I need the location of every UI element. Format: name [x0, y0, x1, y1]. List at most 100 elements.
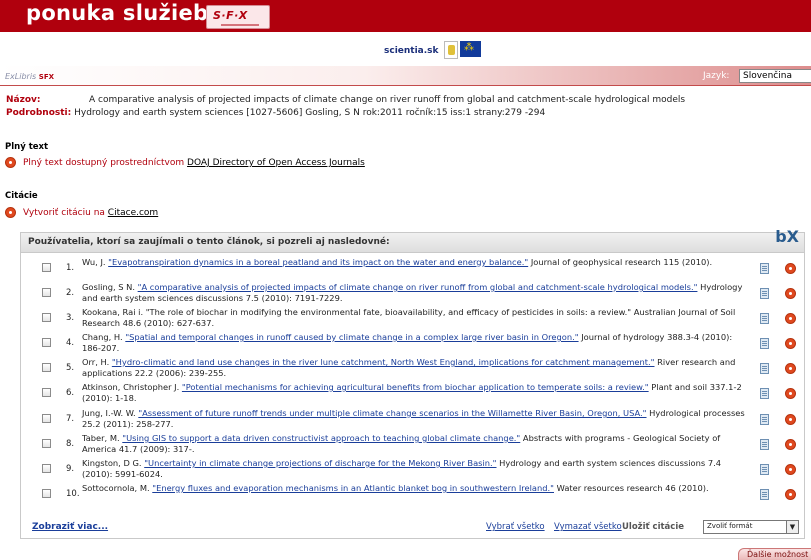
document-icon[interactable] — [760, 388, 769, 399]
sfx-logo-text: S·F·X — [213, 9, 248, 22]
citation-author: Atkinson, Christopher J. — [82, 382, 180, 392]
citation-author: Sottocornola, M. — [82, 483, 150, 493]
sfx-logo: S·F·X — [206, 5, 270, 29]
row-number: 2. — [66, 288, 75, 298]
scientia-logo[interactable]: scientia.sk — [384, 46, 439, 56]
row-checkbox[interactable] — [42, 363, 51, 372]
citations-text: Vytvoriť citáciu na — [23, 208, 105, 218]
document-icon[interactable] — [760, 489, 769, 500]
document-icon[interactable] — [760, 414, 769, 425]
language-label: Jazyk: — [703, 71, 730, 81]
exlibris-logo: ExLibris SFX — [5, 72, 55, 81]
table-row: 2. Gosling, S N. "A comparative analysis … — [20, 282, 805, 306]
details-value: Hydrology and earth system sciences [102… — [74, 108, 546, 118]
citation-title-link[interactable]: "Potential mechanisms for achieving agri… — [182, 382, 649, 392]
go-icon[interactable] — [785, 439, 796, 450]
document-icon[interactable] — [760, 263, 769, 274]
related-heading: Používatelia, ktorí sa zaujímali o tento… — [28, 237, 390, 247]
go-icon[interactable] — [785, 338, 796, 349]
go-icon[interactable] — [785, 388, 796, 399]
citation-title-link[interactable]: "Using GIS to support a data driven cons… — [122, 433, 520, 443]
row-checkbox[interactable] — [42, 414, 51, 423]
citation-title-link[interactable]: "Assessment of future runoff trends unde… — [138, 408, 646, 418]
row-number: 5. — [66, 363, 75, 373]
more-options-button[interactable]: Ďalšie možnost — [738, 548, 811, 560]
fulltext-link[interactable]: DOAJ Directory of Open Access Journals — [187, 158, 365, 168]
citation-source: "The role of biochar in modifying the en… — [82, 307, 736, 328]
related-header: Používatelia, ktorí sa zaujímali o tento… — [21, 227, 804, 253]
document-icon[interactable] — [760, 313, 769, 324]
table-row: 8. Taber, M. "Using GIS to support a data… — [20, 433, 805, 457]
bx-logo: bX — [775, 227, 799, 246]
citation-text: Orr, H. "Hydro-climatic and land use cha… — [82, 357, 750, 379]
toolbar: ExLibris SFX Jazyk: Slovenčina — [0, 66, 811, 86]
document-icon[interactable] — [760, 363, 769, 374]
go-icon[interactable] — [785, 313, 796, 324]
go-icon[interactable] — [785, 414, 796, 425]
row-number: 10. — [66, 489, 80, 499]
go-icon[interactable] — [785, 263, 796, 274]
select-all-link[interactable]: Vybrať všetko — [486, 522, 545, 532]
row-checkbox[interactable] — [42, 489, 51, 498]
record-meta: Názov: A comparative analysis of projecte… — [6, 94, 685, 120]
title-value: A comparative analysis of projected impa… — [89, 95, 686, 105]
go-icon[interactable] — [785, 464, 796, 475]
row-checkbox[interactable] — [42, 464, 51, 473]
show-more-link[interactable]: Zobraziť viac... — [32, 522, 108, 532]
citation-title-link[interactable]: "Uncertainty in climate change projectio… — [144, 458, 496, 468]
document-icon[interactable] — [760, 464, 769, 475]
row-number: 8. — [66, 439, 75, 449]
citation-author: Kingston, D G. — [82, 458, 142, 468]
row-checkbox[interactable] — [42, 388, 51, 397]
citation-title-link[interactable]: "Evapotranspiration dynamics in a boreal… — [108, 257, 528, 267]
citation-text: Jung, I.-W. W. "Assessment of future run… — [82, 408, 750, 430]
citations-heading: Citácie — [5, 191, 38, 201]
row-number: 3. — [66, 313, 75, 323]
details-label: Podrobnosti: — [6, 108, 72, 118]
citation-text: Kookana, Rai i. "The role of biochar in … — [82, 307, 750, 329]
format-select-value: Zvoliť formát — [707, 522, 753, 530]
citations-go-icon[interactable] — [5, 207, 16, 218]
format-select[interactable]: Zvoliť formát ▼ — [703, 520, 799, 534]
go-icon[interactable] — [785, 288, 796, 299]
row-checkbox[interactable] — [42, 313, 51, 322]
table-row: 6. Atkinson, Christopher J. "Potential me… — [20, 382, 805, 406]
citations-line: Vytvoriť citáciu na Citace.com — [23, 208, 158, 218]
language-select[interactable]: Slovenčina — [739, 69, 811, 83]
row-number: 4. — [66, 338, 75, 348]
citation-author: Wu, J. — [82, 257, 106, 267]
citation-text: Sottocornola, M. "Energy fluxes and evap… — [82, 483, 750, 494]
citation-author: Gosling, S N. — [82, 282, 135, 292]
chevron-down-icon[interactable]: ▼ — [786, 521, 798, 533]
table-row: 5. Orr, H. "Hydro-climatic and land use c… — [20, 357, 805, 381]
document-icon[interactable] — [760, 288, 769, 299]
table-row: 3. Kookana, Rai i. "The role of biochar i… — [20, 307, 805, 331]
go-icon[interactable] — [785, 363, 796, 374]
citation-text: Kingston, D G. "Uncertainty in climate c… — [82, 458, 750, 480]
citation-title-link[interactable]: "Energy fluxes and evaporation mechanism… — [152, 483, 554, 493]
citation-title-link[interactable]: "Hydro-climatic and land use changes in … — [112, 357, 655, 367]
document-icon[interactable] — [760, 338, 769, 349]
citation-title-link[interactable]: "A comparative analysis of projected imp… — [138, 282, 698, 292]
go-icon[interactable] — [785, 489, 796, 500]
citation-title-link[interactable]: "Spatial and temporal changes in runoff … — [125, 332, 578, 342]
fulltext-heading: Plný text — [5, 142, 49, 152]
row-checkbox[interactable] — [42, 288, 51, 297]
table-row: 1. Wu, J. "Evapotranspiration dynamics in… — [20, 257, 805, 281]
delete-all-link[interactable]: Vymazať všetko — [554, 522, 622, 532]
fulltext-go-icon[interactable] — [5, 157, 16, 168]
row-checkbox[interactable] — [42, 263, 51, 272]
related-footer: Zobraziť viac... Vybrať všetko Vymazať v… — [20, 519, 805, 539]
citation-author: Taber, M. — [82, 433, 120, 443]
page-title: ponuka služieb — [26, 1, 209, 25]
header-banner: ponuka služieb S·F·X — [0, 0, 811, 32]
fulltext-line: Plný text dostupný prostredníctvom DOAJ … — [23, 158, 365, 168]
document-icon[interactable] — [760, 439, 769, 450]
row-checkbox[interactable] — [42, 338, 51, 347]
title-label: Názov: — [6, 95, 41, 105]
citation-source: Journal of geophysical research 115 (201… — [530, 257, 713, 267]
row-checkbox[interactable] — [42, 439, 51, 448]
citation-text: Atkinson, Christopher J. "Potential mech… — [82, 382, 750, 404]
citations-link[interactable]: Citace.com — [108, 208, 158, 218]
row-number: 6. — [66, 388, 75, 398]
